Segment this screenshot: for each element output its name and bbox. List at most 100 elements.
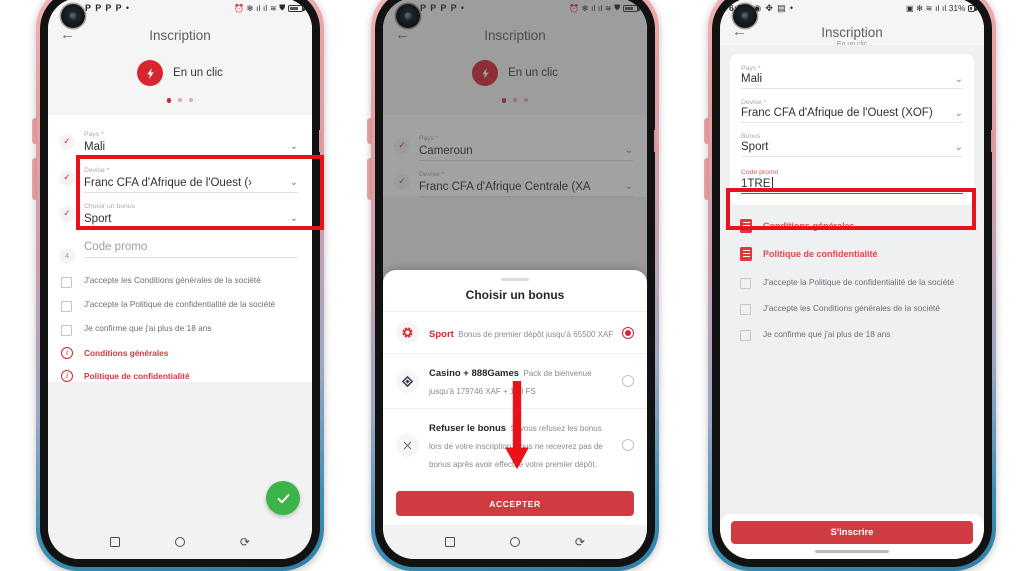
text-cursor — [772, 177, 774, 188]
volume-up-button[interactable] — [367, 118, 372, 144]
field-promo-code[interactable]: Code promo 1TRE — [741, 169, 963, 194]
field-currency[interactable]: Devise * Franc CFA d'Afrique de l'Ouest … — [741, 99, 963, 123]
registration-form: ✓ Pays * Mali ⌄ ✓ Devise * Franc CFA d'A… — [48, 114, 312, 382]
bluetooth-icon: ✻ — [916, 3, 924, 13]
status-bar: P P P P • ⏰ ✻ ıl ıl ≋ ⛊ — [48, 0, 312, 18]
recents-button[interactable] — [109, 537, 120, 547]
checkbox-age[interactable] — [740, 330, 751, 341]
battery-icon — [968, 4, 977, 12]
cast-icon: ⛊ — [279, 3, 286, 12]
more-notifications-icon: • — [125, 3, 130, 13]
back-button[interactable]: ⟲ — [240, 535, 250, 549]
sheet-drag-handle[interactable] — [501, 278, 529, 281]
checkbox-label-privacy: J'accepte la Politique de confidentialit… — [84, 298, 276, 309]
checkbox-terms[interactable] — [740, 304, 751, 315]
field-currency[interactable]: ✓ Devise * Franc CFA d'Afrique de l'Oues… — [48, 157, 312, 193]
phone-1: P P P P • ⏰ ✻ ıl ıl ≋ ⛊ ← Inscription En… — [28, 0, 328, 571]
checkbox-row-age[interactable]: Je confirme que j'ai plus de 18 ans — [720, 329, 984, 341]
power-button[interactable] — [991, 130, 996, 152]
checkbox-row-terms[interactable]: J'accepte les Conditions générales de la… — [720, 303, 984, 315]
registration-screen-body: Pays * Mali ⌄ Devise * Franc CFA d'Afriq… — [720, 45, 984, 559]
phone-1-screen: P P P P • ⏰ ✻ ıl ıl ≋ ⛊ ← Inscription En… — [48, 0, 312, 559]
link-terms[interactable]: Conditions générales — [763, 221, 855, 231]
back-arrow-icon[interactable]: ← — [60, 27, 76, 43]
page-dot[interactable] — [189, 98, 194, 102]
back-button[interactable]: ⟲ — [575, 535, 585, 549]
volume-up-button[interactable] — [32, 118, 37, 144]
chevron-down-icon[interactable]: ⌄ — [955, 142, 963, 153]
checkbox-label-age: Je confirme que j'ai plus de 18 ans — [763, 329, 891, 339]
field-value-currency: Franc CFA d'Afrique de l'Ouest (› — [84, 176, 253, 189]
submit-fab-button[interactable] — [266, 481, 300, 515]
field-bonus[interactable]: ✓ Choisir un bonus Sport ⌄ — [48, 193, 312, 229]
recents-button[interactable] — [444, 537, 455, 547]
home-button[interactable] — [509, 537, 520, 547]
document-icon — [740, 219, 752, 233]
home-indicator[interactable] — [815, 550, 889, 553]
title-row: ← Inscription — [720, 22, 984, 42]
signal-icon: ıl — [941, 3, 947, 13]
checkbox-row-age[interactable]: Je confirme que j'ai plus de 18 ans — [48, 312, 312, 336]
page-dot-active[interactable] — [166, 98, 172, 103]
chevron-down-icon[interactable]: ⌄ — [290, 177, 298, 188]
radio-casino[interactable] — [622, 375, 634, 387]
chevron-down-icon[interactable]: ⌄ — [955, 74, 963, 85]
field-label-bonus: Choisir un bonus — [84, 202, 136, 210]
link-terms[interactable]: Conditions générales — [84, 348, 168, 358]
chevron-down-icon[interactable]: ⌄ — [955, 108, 963, 119]
bonus-name-refuse: Refuser le bonus — [429, 423, 507, 434]
link-row-terms[interactable]: i Conditions générales — [48, 336, 312, 359]
link-privacy[interactable]: Politique de confidentialité — [84, 371, 190, 381]
step-check-icon: ✓ — [59, 205, 75, 222]
signup-button[interactable]: S'inscrire — [731, 521, 973, 544]
link-privacy[interactable]: Politique de confidentialité — [763, 249, 878, 259]
link-row-terms[interactable]: Conditions générales — [720, 219, 984, 233]
home-button[interactable] — [174, 537, 185, 547]
volume-down-button[interactable] — [367, 158, 372, 200]
radio-sport[interactable] — [622, 326, 634, 339]
power-button[interactable] — [319, 130, 324, 152]
front-camera-punch-hole — [733, 4, 757, 28]
notification-icon: P — [115, 3, 122, 13]
annotation-arrow-down — [505, 381, 529, 470]
vowifi-icon: ≋ — [269, 3, 277, 13]
field-value-country: Mali — [741, 73, 763, 85]
checkbox-terms[interactable] — [61, 276, 72, 288]
notification-icon: P — [85, 3, 92, 13]
bonus-option-sport[interactable]: Sport Bonus de premier dépôt jusqu'à 655… — [383, 311, 647, 353]
promo-code-input[interactable]: 1TRE — [741, 177, 774, 190]
checkbox-privacy[interactable] — [740, 278, 751, 289]
volume-down-button[interactable] — [32, 158, 37, 200]
bluetooth-icon: ✻ — [246, 3, 254, 13]
radio-refuse[interactable] — [622, 439, 634, 451]
checkbox-privacy[interactable] — [61, 300, 72, 312]
lightning-bolt-icon — [137, 60, 164, 86]
field-country[interactable]: ✓ Pays * Mali ⌄ — [48, 121, 312, 157]
sport-ball-icon — [396, 321, 419, 344]
link-row-privacy[interactable]: Politique de confidentialité — [720, 247, 984, 261]
field-label-currency: Devise * — [741, 99, 767, 106]
checkbox-row-privacy[interactable]: J'accepte la Politique de confidentialit… — [48, 288, 312, 312]
promo-code-input[interactable]: Code promo — [84, 241, 147, 253]
chevron-down-icon[interactable]: ⌄ — [290, 141, 298, 152]
field-promo-code[interactable]: 4 Code promo — [48, 235, 312, 264]
phone-3-screen: 6:11 ◉ ✥ ▤ • ▣ ✻ ≋ ıl ıl 31% — [720, 0, 984, 559]
power-button[interactable] — [654, 130, 659, 152]
info-icon: i — [61, 369, 73, 382]
field-country[interactable]: Pays * Mali ⌄ — [741, 65, 963, 89]
link-row-privacy[interactable]: i Politique de confidentialité — [48, 359, 312, 382]
checkbox-age[interactable] — [61, 324, 72, 336]
volume-up-button[interactable] — [704, 118, 709, 144]
field-bonus[interactable]: Bonus Sport ⌄ — [741, 133, 963, 157]
page-dot[interactable] — [178, 98, 183, 102]
chevron-down-icon[interactable]: ⌄ — [290, 213, 298, 224]
checkbox-row-terms[interactable]: J'accepte les Conditions générales de la… — [48, 264, 312, 288]
volume-down-button[interactable] — [704, 158, 709, 200]
field-label-country: Pays * — [84, 130, 104, 138]
page-indicator-dots — [48, 86, 312, 115]
close-x-icon — [396, 433, 419, 457]
field-value-country: Mali — [84, 140, 106, 153]
accept-bonus-button[interactable]: ACCEPTER — [396, 491, 634, 516]
checkbox-row-privacy[interactable]: J'accepte la Politique de confidentialit… — [720, 277, 984, 289]
more-notifications-icon: • — [789, 3, 794, 13]
